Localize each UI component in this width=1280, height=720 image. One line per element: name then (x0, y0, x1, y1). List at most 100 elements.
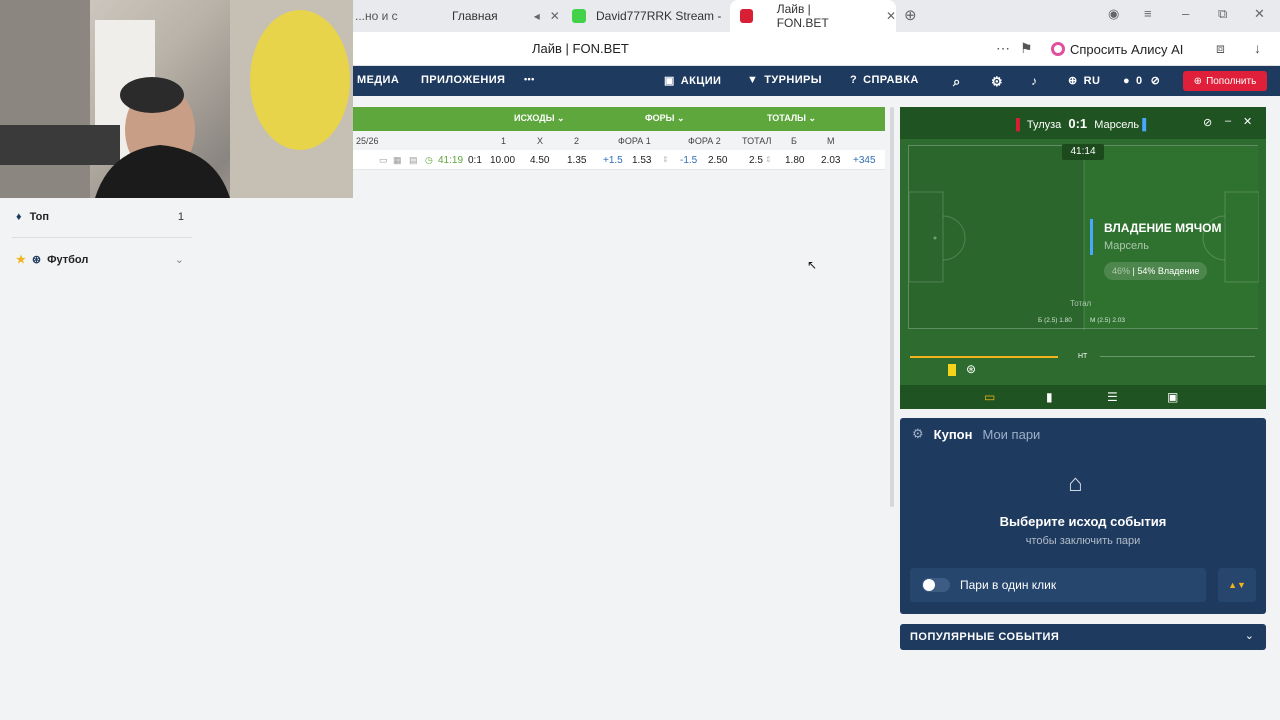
chevron-down-icon[interactable]: ⌄ (1245, 629, 1254, 642)
language-label: RU (1083, 74, 1101, 87)
total-over[interactable]: Б (2.5) 1.80 (1038, 317, 1072, 324)
search-icon[interactable]: ⌕ (953, 74, 961, 90)
sidebar-item-count: 1 (177, 211, 184, 223)
over-odd[interactable]: 1.80 (785, 155, 804, 166)
nav-help[interactable]: ? СПРАВКА (850, 74, 919, 86)
eye-off-icon[interactable]: ⊘ (1151, 74, 1161, 87)
column-header: ФОРА 1 (618, 136, 651, 146)
widget-score: 0:1 (1068, 116, 1088, 131)
handicap-2: -1.5 (680, 155, 698, 166)
bookmark-icon[interactable]: ⚑ (1020, 40, 1033, 57)
home-kit-icon: ▌ (1015, 119, 1024, 131)
nav-more-icon[interactable]: ••• (524, 74, 535, 84)
flame-icon: ♦ (16, 211, 22, 223)
popular-events-label: ПОПУЛЯРНЫЕ СОБЫТИЯ (910, 631, 1060, 643)
tab-coupon[interactable]: Купон (934, 427, 973, 442)
sidebar-item-label: Топ (29, 211, 50, 223)
scrollbar[interactable] (890, 107, 894, 507)
nav-promos[interactable]: ▣ АКЦИИ (664, 74, 721, 88)
page-title[interactable]: Лайв | FON.BET (532, 41, 629, 56)
sidebar-item-football[interactable]: ★ ⊛ Футбол ⌄ (16, 253, 184, 267)
close-icon[interactable]: ✕ (1243, 115, 1252, 128)
new-tab-icon[interactable]: ⊕ (904, 6, 917, 24)
field-view-icon[interactable]: ▭ (984, 390, 995, 404)
yellow-card-icon (948, 364, 956, 376)
video-icon[interactable]: ▣ (1167, 390, 1178, 404)
profile-icon[interactable]: ◉ (1108, 6, 1119, 22)
field-icon[interactable]: ▦ (393, 155, 402, 166)
deposit-label: Пополнить (1206, 75, 1257, 87)
column-header: 2 (574, 136, 580, 146)
nav-media[interactable]: МЕДИА (357, 74, 399, 86)
gear-icon[interactable]: ⚙ (991, 74, 1003, 90)
language-selector[interactable]: ⊕ RU (1068, 74, 1101, 88)
possession-away: 54% Владение (1137, 266, 1200, 276)
stats-icon[interactable]: ▮ (1046, 390, 1053, 404)
webcam-image (0, 0, 353, 198)
stats-icon[interactable]: ▤ (409, 155, 418, 166)
odds-change-icon[interactable]: ▲▼ (1218, 568, 1256, 602)
close-icon[interactable]: ✕ (886, 9, 896, 23)
alice-button[interactable]: Спросить Алису AI (1047, 38, 1191, 60)
mute-icon[interactable]: ⊘ (1203, 116, 1212, 129)
video-icon[interactable]: ▭ (379, 155, 388, 166)
nav-tournaments[interactable]: ▼ ТУРНИРЫ (747, 74, 822, 86)
tab-label: David777RRK Stream - Kic (596, 9, 724, 23)
stat-title: ВЛАДЕНИЕ МЯЧОМ (1104, 221, 1222, 235)
more-icon[interactable]: ⋯ (996, 40, 1010, 57)
odd-1[interactable]: 10.00 (490, 155, 515, 166)
browser-tab[interactable]: ...но и с (355, 0, 398, 32)
empty-coupon-subtitle: чтобы заключить пари (1025, 535, 1141, 547)
speaker-icon[interactable]: ◂ (534, 9, 540, 23)
group-handicaps[interactable]: ФОРЫ ⌄ (645, 113, 685, 124)
one-click-bet-row[interactable]: Пари в один клик (910, 568, 1206, 602)
browser-tab[interactable]: Главная ◂ ✕ (398, 0, 560, 32)
soccer-ball-icon: ⊛ (31, 254, 42, 266)
close-icon[interactable]: ✕ (550, 9, 560, 23)
gear-icon[interactable]: ⚙ (912, 426, 924, 442)
possession-marker (1090, 219, 1093, 255)
season-label: 25/26 (356, 136, 379, 146)
minimize-icon[interactable]: – (1225, 115, 1231, 127)
group-totals[interactable]: ТОТАЛЫ ⌄ (767, 113, 816, 124)
more-markets-link[interactable]: +345 (853, 155, 876, 166)
odd-x[interactable]: 4.50 (530, 155, 549, 166)
tab-label: Главная (452, 9, 498, 23)
globe-icon: ⊕ (1068, 75, 1078, 87)
restore-icon[interactable]: ⧉ (1218, 6, 1227, 22)
gift-icon: ▣ (664, 75, 675, 87)
odd-2[interactable]: 1.35 (567, 155, 586, 166)
total-line: 2.5 (749, 155, 763, 166)
minimize-icon[interactable]: – (1182, 6, 1189, 21)
chevron-down-icon[interactable]: ⌄ (175, 253, 184, 266)
tab-label: ...но и с (355, 9, 398, 23)
account-balance[interactable]: ● 0 ⊘ (1123, 74, 1161, 88)
home-team: Тулуза (1026, 119, 1062, 131)
deposit-button[interactable]: ⊕ Пополнить (1183, 71, 1267, 91)
group-outcomes[interactable]: ИСХОДЫ ⌄ (514, 113, 565, 124)
timeline-remaining (1100, 356, 1255, 357)
browser-tab-active[interactable]: Лайв | FON.BET ✕ (730, 0, 896, 32)
list-icon[interactable]: ☰ (1107, 390, 1118, 404)
handicap-1-odd[interactable]: 1.53 (632, 155, 651, 166)
window-close-icon[interactable]: ✕ (1254, 6, 1265, 22)
sort-icon: ⇕ (765, 155, 772, 164)
tab-label: Лайв | FON.BET (776, 2, 829, 30)
star-icon[interactable]: ★ (16, 253, 26, 266)
column-header: X (537, 136, 544, 146)
total-under[interactable]: М (2.5) 2.03 (1090, 317, 1125, 324)
under-odd[interactable]: 2.03 (821, 155, 840, 166)
tab-my-bets[interactable]: Мои пари (982, 427, 1040, 442)
menu-icon[interactable]: ≡ (1144, 6, 1152, 21)
extensions-icon[interactable]: ⧈ (1216, 40, 1225, 57)
bell-icon[interactable]: ♪ (1031, 74, 1037, 88)
sidebar-item-top[interactable]: ♦ Топ 1 (16, 211, 184, 223)
one-click-toggle[interactable] (922, 578, 950, 592)
away-team: Марсель (1094, 119, 1140, 131)
handicap-2-odd[interactable]: 2.50 (708, 155, 727, 166)
browser-tab[interactable]: David777RRK Stream - Kic (566, 0, 726, 32)
user-icon: ● (1123, 74, 1131, 87)
popular-events-section[interactable]: ПОПУЛЯРНЫЕ СОБЫТИЯ ⌄ (900, 624, 1266, 650)
nav-apps[interactable]: ПРИЛОЖЕНИЯ (421, 74, 505, 86)
download-icon[interactable]: ↓ (1254, 40, 1261, 56)
